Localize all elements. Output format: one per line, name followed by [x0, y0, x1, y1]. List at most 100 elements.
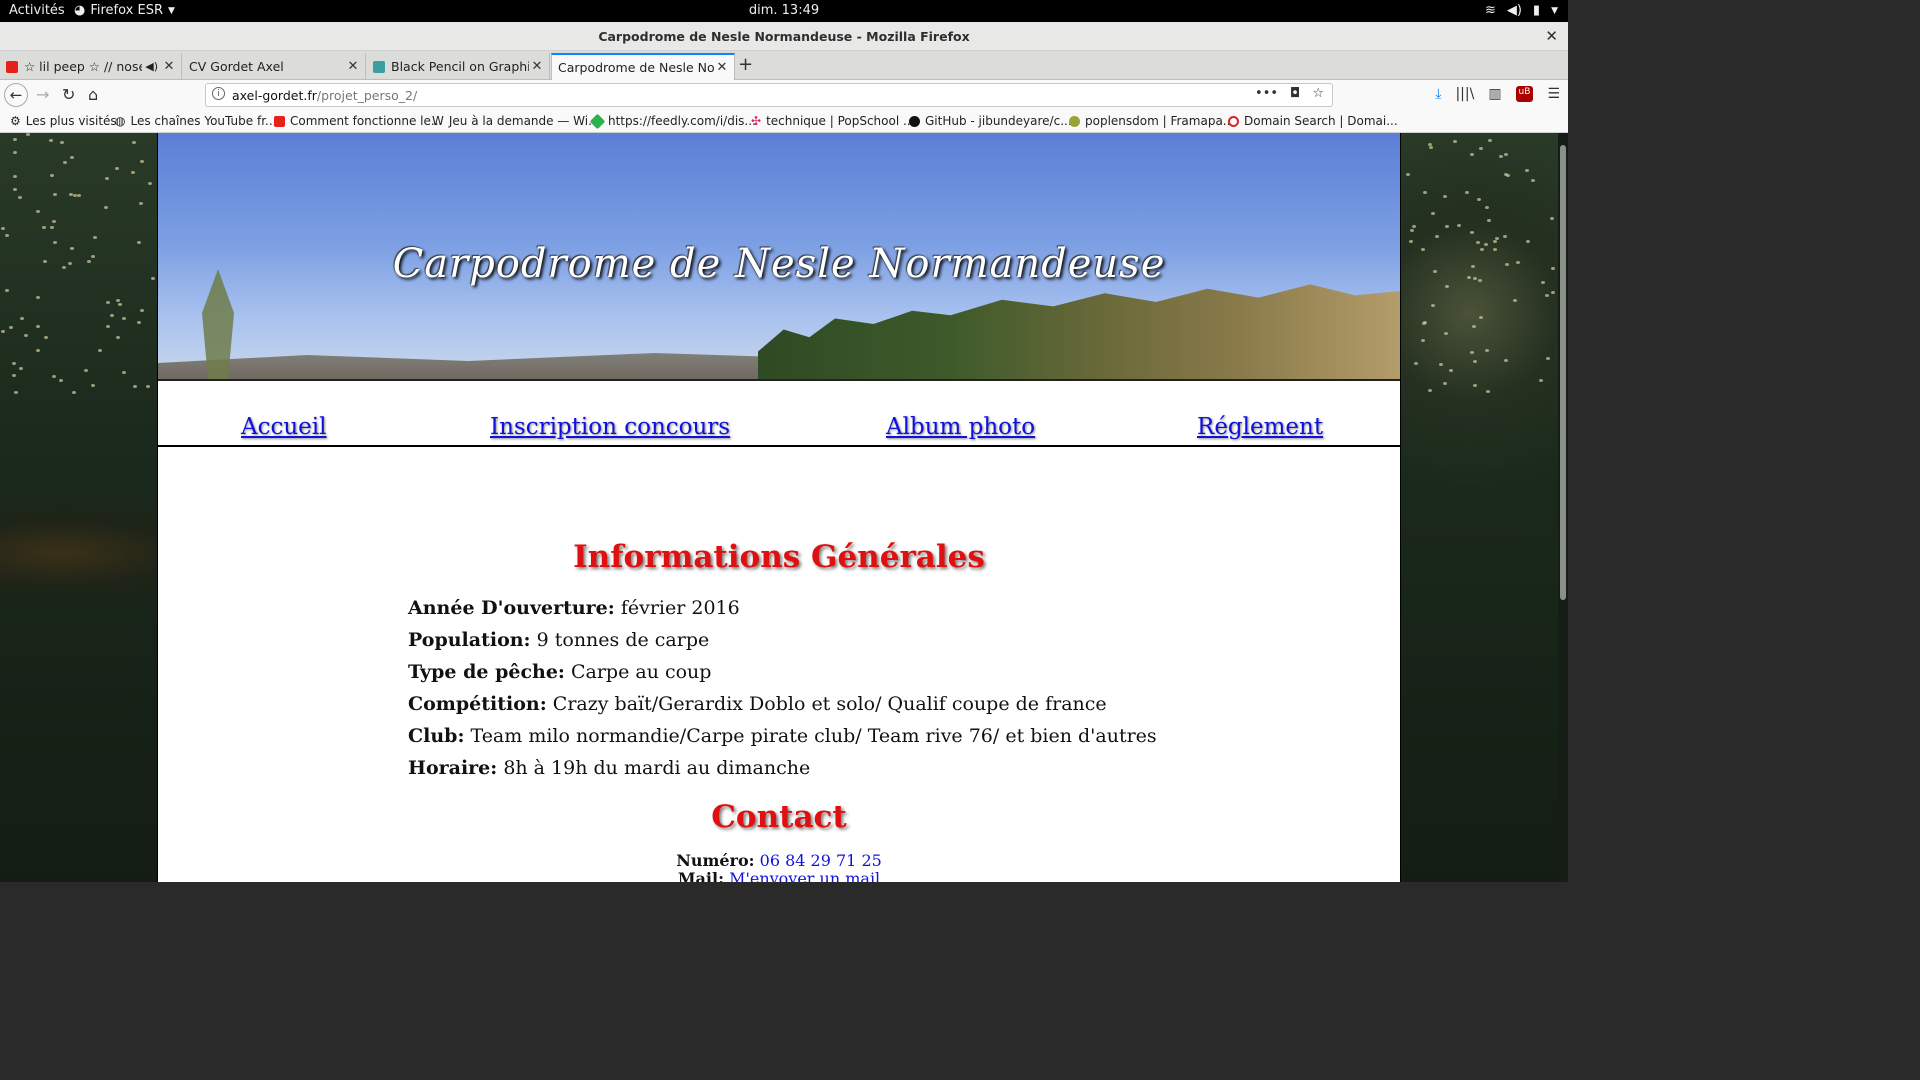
- background-speck: [145, 385, 150, 389]
- background-speck: [1544, 294, 1549, 297]
- background-speck: [35, 348, 40, 352]
- tab-carpodrome[interactable]: Carpodrome de Nesle Norma ✕: [551, 53, 735, 80]
- volume-icon: ◀): [1506, 3, 1522, 18]
- vertical-scrollbar[interactable]: [1558, 133, 1568, 882]
- background-speck: [1503, 152, 1508, 156]
- site-info-icon[interactable]: i: [212, 87, 225, 100]
- url-actions: ••• ◘ ☆: [1255, 86, 1324, 101]
- info-line: Horaire: 8h à 19h du mardi au dimanche: [408, 757, 810, 779]
- navigation-toolbar: ← → ↻ ⌂ i axel-gordet.fr/projet_perso_2/…: [0, 80, 1568, 111]
- background-speck: [12, 373, 17, 377]
- github-icon: [909, 115, 920, 127]
- new-tab-icon[interactable]: +: [738, 54, 753, 75]
- info-value: 8h à 19h du mardi au dimanche: [497, 757, 811, 779]
- sidebar-icon[interactable]: ▥: [1488, 86, 1501, 102]
- close-tab-icon[interactable]: ✕: [345, 59, 361, 74]
- close-tab-icon[interactable]: ✕: [161, 59, 177, 74]
- info-line: Type de pêche: Carpe au coup: [408, 661, 711, 683]
- background-speck: [1473, 384, 1478, 388]
- menu-link-album[interactable]: Album photo: [886, 414, 1035, 440]
- background-speck: [1456, 224, 1461, 227]
- close-window-icon[interactable]: ✕: [1545, 27, 1558, 45]
- library-icon[interactable]: |||\: [1455, 86, 1474, 102]
- background-speck: [35, 296, 40, 300]
- speaker-icon[interactable]: ◀): [145, 60, 158, 73]
- phone-link[interactable]: 06 84 29 71 25: [760, 851, 882, 870]
- mail-link[interactable]: M'envoyer un mail: [729, 869, 880, 882]
- download-icon[interactable]: ⤓: [1435, 86, 1441, 102]
- tab-strip: ☆ lil peep ☆ // nose ri ◀) ✕ CV Gordet A…: [0, 51, 1568, 80]
- bookmark-item[interactable]: ◍ Les chaînes YouTube fr...: [115, 114, 276, 128]
- url-text[interactable]: axel-gordet.fr/projet_perso_2/: [232, 88, 417, 103]
- info-line: Compétition: Crazy baït/Gerardix Doblo e…: [408, 693, 1107, 715]
- background-speck: [1411, 225, 1416, 229]
- toolbar-right: ⤓ |||\ ▥ uB ☰: [1435, 86, 1560, 102]
- close-tab-icon[interactable]: ✕: [529, 59, 545, 74]
- window-title: Carpodrome de Nesle Normandeuse - Mozill…: [598, 29, 970, 44]
- bookmark-label: poplensdom | Framapa...: [1085, 114, 1235, 128]
- clock[interactable]: dim. 13:49: [0, 3, 1568, 18]
- background-speck: [1410, 228, 1415, 232]
- background-speck: [59, 378, 64, 382]
- bookmark-star-icon[interactable]: ☆: [1312, 86, 1324, 101]
- background-speck: [122, 317, 127, 321]
- background-speck: [122, 370, 127, 374]
- background-speck: [12, 138, 17, 142]
- close-tab-icon[interactable]: ✕: [714, 60, 730, 75]
- forward-arrow-icon[interactable]: →: [36, 85, 49, 104]
- background-speck: [1430, 212, 1435, 216]
- scrollbar-thumb[interactable]: [1560, 145, 1566, 600]
- bookmark-item[interactable]: Comment fonctionne le...: [274, 114, 442, 128]
- bookmark-item[interactable]: GitHub - jibundeyare/c...: [909, 114, 1072, 128]
- url-host: axel-gordet.fr: [232, 88, 317, 103]
- ublock-icon[interactable]: uB: [1515, 86, 1534, 102]
- background-speck: [1470, 350, 1475, 354]
- window-titlebar: Carpodrome de Nesle Normandeuse - Mozill…: [0, 22, 1568, 51]
- menu-link-accueil[interactable]: Accueil: [241, 414, 327, 440]
- background-speck: [35, 209, 40, 213]
- menu-link-reglement[interactable]: Réglement: [1197, 414, 1323, 440]
- tab-cv-gordet[interactable]: CV Gordet Axel ✕: [183, 53, 366, 80]
- background-speck: [69, 247, 74, 251]
- site-menu: Accueil Inscription concours Album photo…: [158, 381, 1400, 447]
- hamburger-menu-icon[interactable]: ☰: [1547, 86, 1560, 102]
- background-speck: [17, 196, 22, 200]
- background-speck: [13, 187, 18, 191]
- menu-link-inscription[interactable]: Inscription concours: [490, 414, 730, 440]
- tab-title: Black Pencil on Graphing P: [391, 59, 529, 74]
- background-speck: [41, 226, 46, 230]
- home-icon[interactable]: ⌂: [88, 85, 98, 104]
- contact-phone: Numéro: 06 84 29 71 25: [158, 851, 1400, 870]
- bookmark-item[interactable]: ✣ technique | PopSchool ...: [751, 114, 914, 128]
- background-speck: [148, 182, 153, 186]
- background-speck: [72, 194, 77, 198]
- bookmark-item[interactable]: ⚙ Les plus visités: [10, 114, 117, 128]
- system-tray[interactable]: ≋ ◀) ▮ ▼: [1485, 3, 1558, 18]
- background-speck: [1429, 146, 1434, 150]
- background-speck: [1486, 390, 1491, 394]
- tab-lil-peep[interactable]: ☆ lil peep ☆ // nose ri ◀) ✕: [0, 53, 182, 80]
- bookmark-item[interactable]: https://feedly.com/i/dis...: [589, 113, 756, 129]
- pocket-icon[interactable]: ◘: [1290, 86, 1300, 101]
- bookmark-item[interactable]: W Jeu à la demande — Wi...: [432, 114, 600, 128]
- background-speck: [1449, 368, 1454, 372]
- page-icon: [373, 60, 385, 73]
- background-speck: [104, 176, 109, 180]
- background-speck: [1513, 299, 1518, 303]
- page-viewport[interactable]: Carpodrome de Nesle Normandeuse Accueil …: [0, 133, 1568, 882]
- back-arrow-icon[interactable]: ←: [4, 83, 28, 107]
- framapad-icon: [1069, 115, 1080, 127]
- background-speck: [1470, 152, 1475, 156]
- background-speck: [1405, 173, 1410, 177]
- background-speck: [51, 220, 56, 224]
- bookmark-item[interactable]: poplensdom | Framapa...: [1069, 114, 1234, 128]
- page-actions-icon[interactable]: •••: [1255, 86, 1278, 101]
- reload-icon[interactable]: ↻: [62, 85, 75, 104]
- background-speck: [1, 226, 6, 230]
- url-bar[interactable]: i axel-gordet.fr/projet_perso_2/ ••• ◘ ☆: [205, 83, 1333, 107]
- tab-black-pencil[interactable]: Black Pencil on Graphing P ✕: [367, 53, 550, 80]
- bookmark-item[interactable]: Domain Search | Domai...: [1228, 114, 1398, 128]
- background-speck: [1423, 191, 1428, 195]
- background-speck: [138, 201, 143, 205]
- background-speck: [83, 368, 88, 372]
